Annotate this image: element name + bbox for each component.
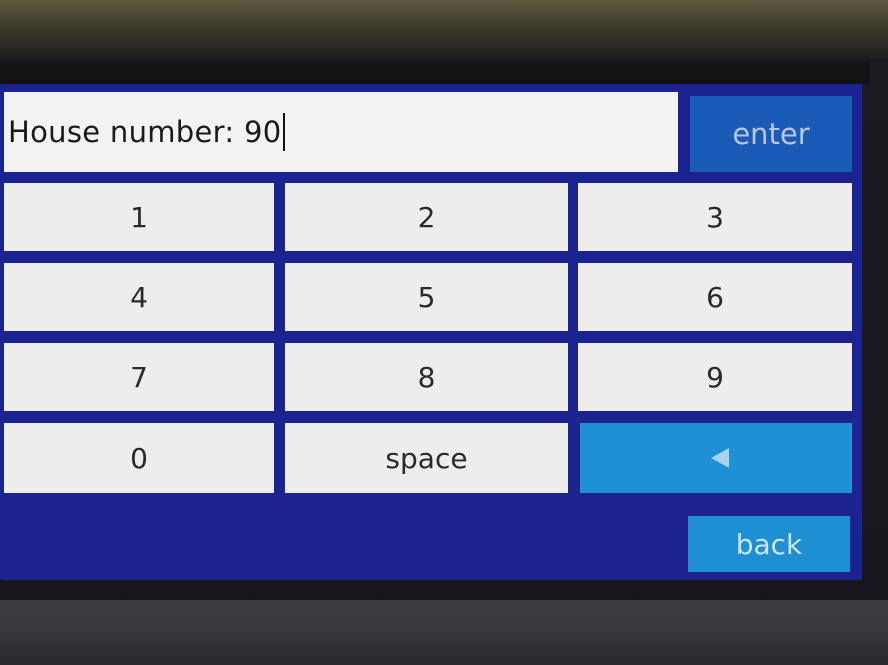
key-label: 6 (706, 280, 724, 314)
house-number-input[interactable]: House number: 90 (4, 92, 678, 172)
key-label: 5 (417, 280, 436, 314)
device-bezel-edge (0, 62, 870, 84)
key-6[interactable]: 6 (578, 263, 852, 331)
key-7[interactable]: 7 (4, 343, 274, 411)
key-label: 9 (706, 360, 724, 394)
back-label: back (735, 527, 803, 561)
input-value: 90 (243, 115, 282, 149)
backspace-icon (711, 448, 729, 468)
space-button[interactable]: space (285, 423, 568, 493)
text-cursor (282, 113, 285, 151)
key-8[interactable]: 8 (285, 343, 568, 411)
key-label: 3 (706, 200, 724, 234)
key-1[interactable]: 1 (4, 183, 274, 251)
key-label: 7 (130, 360, 148, 394)
key-5[interactable]: 5 (285, 263, 568, 331)
backspace-button[interactable] (580, 423, 852, 493)
input-label: House number: (8, 115, 235, 149)
space-label: space (385, 441, 468, 475)
key-9[interactable]: 9 (578, 343, 852, 411)
key-2[interactable]: 2 (285, 183, 568, 251)
key-label: 8 (417, 360, 436, 394)
key-label: 2 (417, 200, 436, 234)
key-label: 1 (130, 200, 148, 234)
key-label: 4 (130, 280, 148, 314)
device-bezel-bottom (0, 600, 888, 665)
key-3[interactable]: 3 (578, 183, 852, 251)
device-bezel-top (0, 0, 888, 62)
enter-button[interactable]: enter (690, 96, 852, 172)
key-4[interactable]: 4 (4, 263, 274, 331)
key-0[interactable]: 0 (4, 423, 274, 493)
enter-label: enter (732, 117, 810, 151)
back-button[interactable]: back (688, 516, 850, 572)
key-label: 0 (130, 441, 148, 475)
